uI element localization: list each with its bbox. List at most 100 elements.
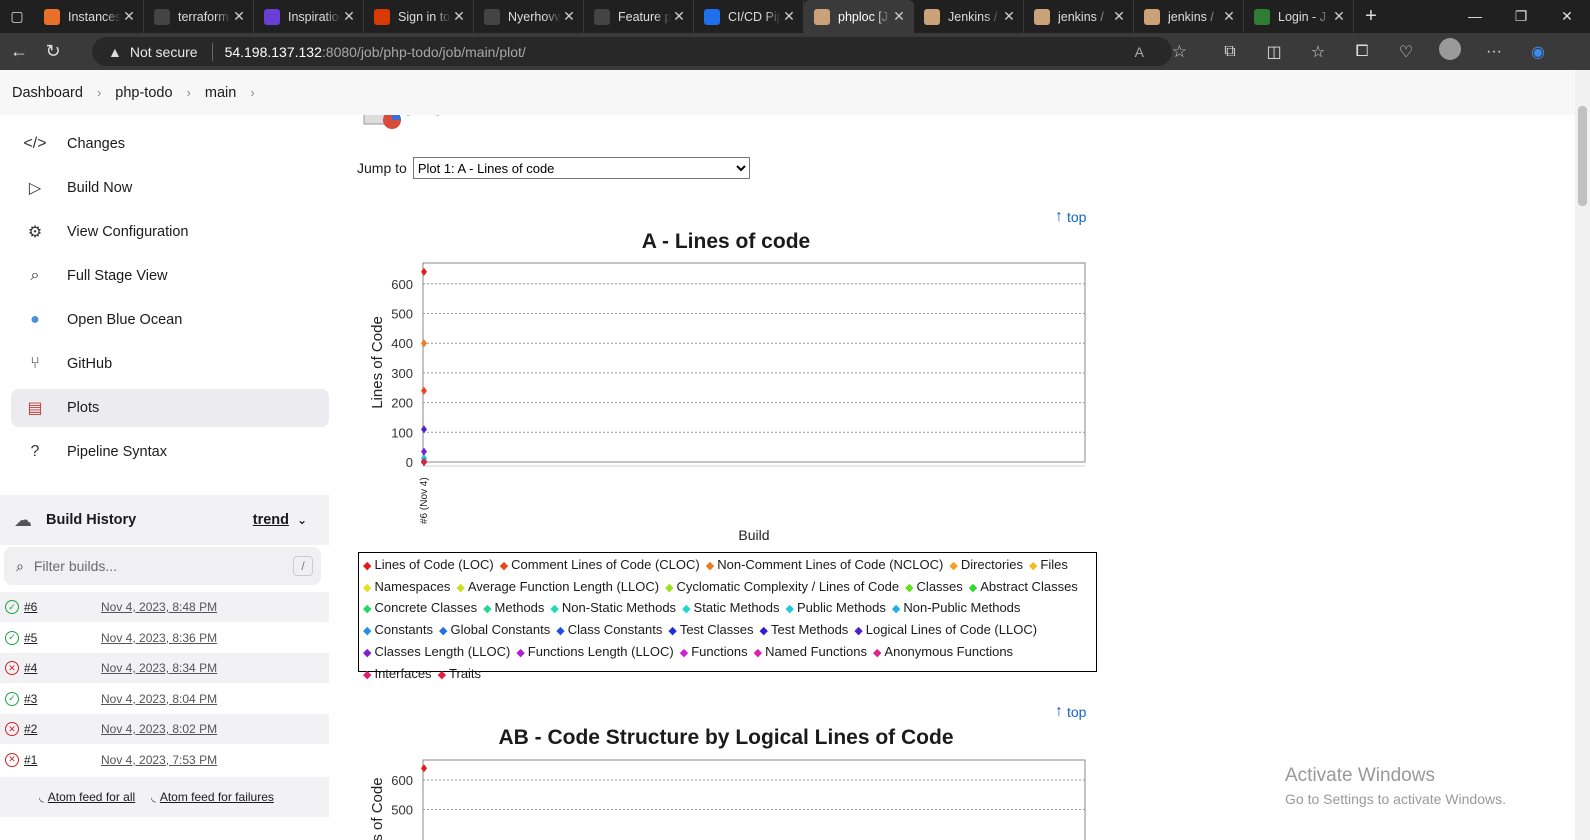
close-tab-icon[interactable]: ✕	[781, 8, 797, 25]
sidebar-item-github[interactable]: ⑂ GitHub	[11, 345, 329, 383]
minimize-icon[interactable]: —	[1452, 0, 1498, 33]
build-number-link[interactable]: #3	[24, 692, 94, 706]
breadcrumb: Dashboard › php-todo › main ›	[0, 70, 1575, 115]
filter-builds-input[interactable]: ⌕ Filter builds... /	[4, 547, 321, 585]
build-date-link[interactable]: Nov 4, 2023, 8:48 PM	[101, 600, 217, 614]
page-scrollbar[interactable]	[1575, 70, 1590, 840]
legend-item: ◆ Methods	[483, 598, 544, 620]
plot1-chart: 0 100 200 300 400 500 600 Lines of Code Build #6 …	[369, 262, 1086, 543]
legend-label: Lines of Code (LOC)	[374, 557, 494, 572]
close-tab-icon[interactable]: ✕	[121, 8, 137, 25]
legend-label: Classes	[916, 578, 963, 594]
legend-marker-icon: ◆	[456, 581, 465, 594]
close-tab-icon[interactable]: ✕	[231, 8, 247, 25]
build-date-link[interactable]: Nov 4, 2023, 7:53 PM	[101, 753, 217, 767]
build-date-link[interactable]: Nov 4, 2023, 8:02 PM	[101, 722, 217, 736]
top-link-1[interactable]: ↑ top	[1055, 208, 1086, 226]
new-tab-button[interactable]: +	[1354, 5, 1388, 28]
browser-tab[interactable]: Instances ✕	[34, 0, 144, 33]
browser-tab[interactable]: terraform ✕	[144, 0, 254, 33]
split-screen-icon[interactable]: ◫	[1252, 42, 1296, 62]
browser-tab[interactable]: Feature p ✕	[584, 0, 694, 33]
legend-marker-icon: ◆	[668, 625, 677, 638]
build-date-link[interactable]: Nov 4, 2023, 8:04 PM	[101, 692, 217, 706]
close-tab-icon[interactable]: ✕	[451, 8, 467, 25]
browser-tab[interactable]: CI/CD Pip ✕	[694, 0, 804, 33]
browser-tab[interactable]: Jenkins / ✕	[914, 0, 1024, 33]
health-icon[interactable]: ♡	[1384, 42, 1428, 62]
sidebar-item-pipeline-syntax[interactable]: ? Pipeline Syntax	[11, 433, 329, 471]
sidebar-item-view-configuration[interactable]: ⚙ View Configuration	[11, 213, 329, 251]
build-history-header: ☁ Build History trend ⌄	[0, 495, 329, 545]
extensions-icon[interactable]: ⧉	[1208, 43, 1252, 61]
y-tick-label: 500	[391, 306, 413, 321]
scrollbar-thumb[interactable]	[1578, 106, 1587, 206]
close-tab-icon[interactable]: ✕	[561, 8, 577, 25]
breadcrumb-dashboard[interactable]: Dashboard	[12, 85, 83, 101]
close-tab-icon[interactable]: ✕	[1331, 8, 1347, 25]
favorites-icon[interactable]: ☆	[1296, 42, 1340, 62]
chevron-down-icon[interactable]: ⌄	[297, 513, 307, 527]
tab-favicon-icon	[1144, 8, 1160, 25]
restore-icon[interactable]: ❐	[1498, 0, 1544, 33]
collections-icon[interactable]: ⧠	[1340, 43, 1384, 61]
atom-feed-failures-link[interactable]: Atom feed for failures	[160, 790, 274, 804]
browser-tab[interactable]: jenkins / ✕	[1024, 0, 1134, 33]
y-tick-label: 400	[391, 336, 413, 351]
browser-tab[interactable]: jenkins / ✕	[1134, 0, 1244, 33]
back-icon[interactable]: ←	[4, 37, 34, 67]
sidebar-item-open-blue-ocean[interactable]: ● Open Blue Ocean	[11, 301, 329, 339]
legend-label: Abstract Classes	[980, 578, 1078, 594]
build-number-link[interactable]: #1	[24, 753, 94, 767]
sidebar-item-changes[interactable]: </> Changes	[11, 125, 329, 163]
breadcrumb-php-todo[interactable]: php-todo	[115, 85, 172, 101]
legend-label: Cyclomatic Complexity / Lines of Code	[676, 578, 900, 594]
profile-icon[interactable]	[1428, 38, 1472, 65]
plot-area	[422, 759, 1086, 840]
legend-item: ◆ Named Functions	[754, 642, 867, 664]
close-tab-icon[interactable]: ✕	[1001, 8, 1017, 25]
browser-tab[interactable]: Nyerhovwo✕	[474, 0, 584, 33]
jump-to-select[interactable]: Plot 1: A - Lines of code	[412, 157, 750, 179]
plot2-chart: 500 600 Lines of Code	[369, 759, 1086, 840]
close-tab-icon[interactable]: ✕	[671, 8, 687, 25]
tab-actions-icon[interactable]: ▢	[0, 0, 34, 33]
build-date-link[interactable]: Nov 4, 2023, 8:36 PM	[101, 631, 217, 645]
sidebar-item-build-now[interactable]: ▷ Build Now	[11, 169, 329, 207]
build-number-link[interactable]: #5	[24, 631, 94, 645]
build-number-link[interactable]: #6	[24, 600, 94, 614]
refresh-icon[interactable]: ↻	[38, 37, 68, 67]
build-number-link[interactable]: #2	[24, 722, 94, 736]
build-number-link[interactable]: #4	[24, 661, 94, 675]
browser-tab[interactable]: Login - J ✕	[1244, 0, 1354, 33]
more-menu-icon[interactable]: ···	[1472, 43, 1516, 61]
build-row: ✓ #3 Nov 4, 2023, 8:04 PM	[0, 684, 329, 714]
close-tab-icon[interactable]: ✕	[1221, 8, 1237, 25]
copilot-icon[interactable]: ◉	[1516, 42, 1560, 62]
browser-tab[interactable]: Inspiration ✕	[254, 0, 364, 33]
shortcut-key-badge: /	[293, 556, 313, 576]
trend-link[interactable]: trend	[253, 512, 289, 528]
close-tab-icon[interactable]: ✕	[1111, 8, 1127, 25]
legend-label: Directories	[960, 557, 1023, 572]
atom-feed-all-link[interactable]: Atom feed for all	[48, 790, 135, 804]
url-field[interactable]: ▲ Not secure 54.198.137.132:8080/job/php…	[92, 37, 1187, 66]
read-aloud-icon[interactable]: A	[1135, 44, 1144, 60]
browser-tab[interactable]: Sign in to ✕	[364, 0, 474, 33]
close-tab-icon[interactable]: ✕	[341, 8, 357, 25]
legend-item: ◆ Interfaces	[363, 664, 432, 686]
close-tab-icon[interactable]: ✕	[891, 8, 907, 25]
sidebar-item-full-stage-view[interactable]: ⌕ Full Stage View	[11, 257, 329, 295]
build-date-link[interactable]: Nov 4, 2023, 8:34 PM	[101, 661, 217, 675]
sidebar-item-label: View Configuration	[67, 224, 189, 240]
atom-feeds: ◟ Atom feed for all ◟ Atom feed for fail…	[0, 777, 329, 817]
legend-label: Logical Lines of Code (LLOC)	[865, 622, 1038, 638]
favorite-star-icon[interactable]: ☆	[1172, 42, 1187, 62]
close-window-icon[interactable]: ✕	[1544, 0, 1590, 33]
sidebar-item-plots[interactable]: ▤ Plots	[11, 389, 329, 427]
top-link-2[interactable]: ↑ top	[1055, 703, 1086, 721]
legend-item: ◆ Concrete Classes	[363, 598, 477, 620]
breadcrumb-main[interactable]: main	[205, 85, 236, 101]
browser-tab[interactable]: phploc [J ✕	[804, 0, 914, 33]
url-path: :8080/job/php-todo/job/main/plot/	[321, 43, 526, 60]
